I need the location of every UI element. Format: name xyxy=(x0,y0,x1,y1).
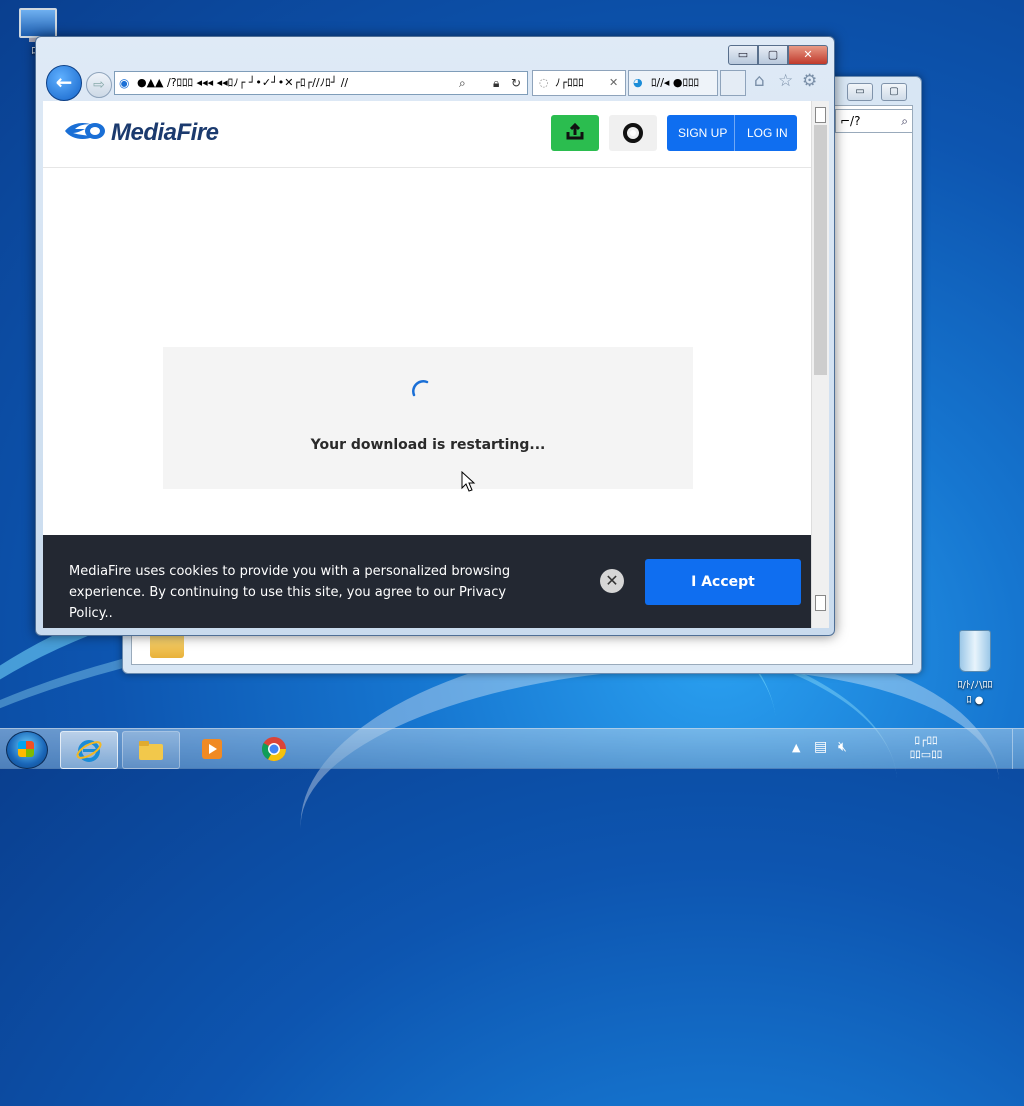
show-hidden-icons-icon[interactable]: ▲ xyxy=(792,741,800,754)
monitor-icon xyxy=(19,8,57,38)
accept-cookies-button[interactable]: I Accept xyxy=(645,559,801,605)
windows-logo-icon xyxy=(18,741,34,757)
search-input[interactable]: ⌐/? ⌕ xyxy=(835,109,913,133)
volume-muted-icon[interactable]: 🔇︎ xyxy=(838,739,847,755)
new-tab-button[interactable] xyxy=(720,70,746,96)
tab-loading[interactable]: ◌ ﾉ┌ﾛﾛﾛ ✕ xyxy=(532,70,626,96)
mouse-cursor-icon xyxy=(461,471,476,492)
tab-label: ﾛ∕∕◂ ●ﾛﾛﾛ xyxy=(651,76,700,89)
search-icon: ⌕ xyxy=(901,114,908,128)
clock-date: ﾛﾛ▭ﾛﾛ xyxy=(909,748,943,761)
start-button[interactable] xyxy=(6,731,48,769)
loading-icon: ◌ xyxy=(539,76,549,89)
search-text: ⌐/? xyxy=(840,114,861,128)
media-player-icon xyxy=(202,739,222,759)
taskbar-media-player[interactable] xyxy=(184,731,240,767)
tab-close-icon[interactable]: ✕ xyxy=(609,71,618,95)
site-favicon-icon: ◉ xyxy=(119,76,130,90)
clock-time: ﾛ┌ﾛﾛ xyxy=(914,734,938,747)
browser-window[interactable]: ▭ ▢ ✕ ← ⇨ ◉ ●▲▲ ∕?ﾛﾛﾛ ◂◂◂ ◂◂ﾛﾉ┌ ┘•✓┘•✕┌ﾛ… xyxy=(35,36,835,636)
download-status-text: Your download is restarting... xyxy=(310,437,546,453)
maximize-button[interactable]: ▢ xyxy=(758,45,788,65)
star-icon[interactable]: ☆ xyxy=(778,71,793,91)
folder-icon xyxy=(139,741,163,760)
address-text: ●▲▲ ∕?ﾛﾛﾛ ◂◂◂ ◂◂ﾛﾉ┌ ┘•✓┘•✕┌ﾛ┌∕∕ﾉﾛ┘ ∕∕ xyxy=(137,76,349,89)
minimize-button[interactable]: ▭ xyxy=(847,83,873,101)
lock-icon[interactable]: 🔒︎ xyxy=(493,72,499,94)
desktop-recycle-bin-icon[interactable]: ﾛ/ﾄ/ﾉ\ﾛﾛ ﾛ ● xyxy=(940,630,1010,706)
login-button[interactable]: LOG IN xyxy=(747,115,788,151)
cookie-close-button[interactable]: ✕ xyxy=(600,569,624,593)
vertical-scrollbar[interactable] xyxy=(811,101,829,628)
taskbar: ▲ ▤ 🔇︎ ﾛ┌ﾛﾛ ﾛﾛ▭ﾛﾛ xyxy=(0,728,1024,769)
flame-icon xyxy=(65,123,105,139)
taskbar-file-explorer[interactable] xyxy=(122,731,180,769)
tab-edge[interactable]: ◕ ﾛ∕∕◂ ●ﾛﾛﾛ xyxy=(628,70,718,96)
logo-text: MediaFire xyxy=(111,119,219,146)
loading-spinner-icon xyxy=(412,380,429,397)
show-desktop-button[interactable] xyxy=(1012,729,1024,769)
upload-button[interactable] xyxy=(551,115,599,151)
home-icon[interactable]: ⌂ xyxy=(754,71,765,91)
download-status-box: Your download is restarting... xyxy=(163,347,693,489)
edge-icon: ◕ xyxy=(633,76,643,89)
help-button[interactable] xyxy=(609,115,657,151)
navigation-bar: ← ⇨ ◉ ●▲▲ ∕?ﾛﾛﾛ ◂◂◂ ◂◂ﾛﾉ┌ ┘•✓┘•✕┌ﾛ┌∕∕ﾉﾛ┘… xyxy=(42,63,828,101)
clock[interactable]: ﾛ┌ﾛﾛ ﾛﾛ▭ﾛﾛ xyxy=(866,734,986,762)
scroll-thumb[interactable] xyxy=(814,125,827,375)
recycle-bin-icon xyxy=(959,630,991,672)
search-icon[interactable]: ⌕ xyxy=(459,72,466,94)
address-bar[interactable]: ◉ ●▲▲ ∕?ﾛﾛﾛ ◂◂◂ ◂◂ﾛﾉ┌ ┘•✓┘•✕┌ﾛ┌∕∕ﾉﾛ┘ ∕∕ … xyxy=(114,71,528,95)
system-tray: ▲ ▤ 🔇︎ ﾛ┌ﾛﾛ ﾛﾛ▭ﾛﾛ xyxy=(780,729,1024,769)
site-header: MediaFire SIGN UP LOG IN xyxy=(43,101,811,168)
scroll-up-arrow[interactable] xyxy=(815,107,826,123)
chrome-icon xyxy=(261,737,286,762)
taskbar-internet-explorer[interactable] xyxy=(60,731,118,769)
restore-button[interactable]: ▢ xyxy=(881,83,907,101)
forward-button[interactable]: ⇨ xyxy=(86,72,112,98)
desktop-icon-label: ﾛ ● xyxy=(966,695,984,706)
network-icon[interactable]: ▤ xyxy=(814,739,827,755)
upload-icon xyxy=(566,122,584,140)
refresh-icon[interactable]: ↻ xyxy=(511,72,521,94)
gear-icon[interactable]: ⚙ xyxy=(802,71,817,91)
taskbar-chrome[interactable] xyxy=(246,731,302,767)
minimize-button[interactable]: ▭ xyxy=(728,45,758,65)
auth-buttons: SIGN UP LOG IN xyxy=(667,115,797,151)
cookie-banner: MediaFire uses cookies to provide you wi… xyxy=(43,535,811,628)
scroll-down-arrow[interactable] xyxy=(815,595,826,611)
page-viewport: MediaFire SIGN UP LOG IN Your download i… xyxy=(43,101,811,628)
desktop-icon-label: ﾛ/ﾄ/ﾉ\ﾛﾛ xyxy=(957,680,993,691)
signup-button[interactable]: SIGN UP xyxy=(678,115,727,151)
internet-explorer-icon xyxy=(76,740,102,762)
back-button[interactable]: ← xyxy=(46,65,82,101)
lifebuoy-icon xyxy=(623,123,643,143)
close-button[interactable]: ✕ xyxy=(788,45,828,65)
tab-label: ﾉ┌ﾛﾛﾛ xyxy=(555,76,584,89)
cookie-message: MediaFire uses cookies to provide you wi… xyxy=(69,564,511,621)
